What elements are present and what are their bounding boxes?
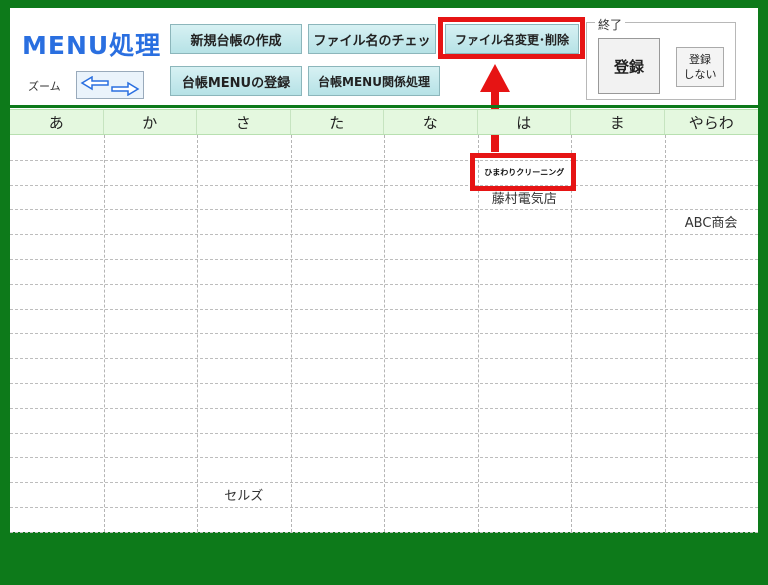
grid-row-line: [10, 209, 758, 211]
window-frame-top: [0, 0, 768, 8]
column-header[interactable]: た: [291, 110, 384, 134]
grid-row-line: [10, 407, 758, 409]
highlight-box-entry: [470, 153, 576, 191]
ledger-grid[interactable]: ひまわりクリーニング 藤村電気店 ABC商会 セルズ: [10, 135, 758, 533]
grid-row-line: [10, 234, 758, 236]
register-menu-button[interactable]: 台帳MENUの登録: [170, 66, 302, 96]
zoom-button[interactable]: [76, 71, 144, 99]
column-header[interactable]: は: [478, 110, 571, 134]
exit-legend: 終了: [595, 16, 626, 33]
window-frame-bottom: [0, 532, 768, 585]
double-arrow-icon: [80, 76, 140, 96]
highlight-box-rename: [438, 17, 585, 59]
grid-row-line: [10, 383, 758, 384]
column-header[interactable]: やらわ: [665, 110, 759, 134]
grid-row-line: [10, 457, 758, 459]
grid-row-line: [10, 482, 758, 484]
file-name-check-button[interactable]: ファイル名のチェッ: [308, 24, 436, 54]
new-ledger-button[interactable]: 新規台帳の作成: [170, 24, 302, 54]
grid-row-line: [10, 507, 758, 508]
header-divider: [10, 105, 758, 108]
column-header[interactable]: な: [384, 110, 478, 134]
ledger-entry[interactable]: ABC商会: [685, 212, 738, 231]
grid-row-line: [10, 184, 758, 186]
column-header[interactable]: か: [104, 110, 197, 134]
column-header[interactable]: ま: [571, 110, 665, 134]
window-frame-left: [0, 0, 10, 585]
column-header[interactable]: さ: [197, 110, 291, 134]
grid-row-line: [10, 358, 758, 360]
grid-row-line: [10, 432, 758, 434]
grid-row-line: [10, 283, 758, 285]
no-save-button[interactable]: 登録 しない: [676, 47, 724, 87]
menu-related-button[interactable]: 台帳MENU関係処理: [308, 66, 440, 96]
grid-row-line: [10, 159, 758, 161]
page-title: MENU処理: [22, 31, 162, 60]
grid-row-line: [10, 531, 758, 533]
ledger-entry[interactable]: セルズ: [224, 485, 263, 504]
save-button[interactable]: 登録: [598, 38, 660, 94]
grid-row-line: [10, 259, 758, 260]
window-frame-right: [758, 0, 768, 585]
column-header[interactable]: あ: [10, 110, 104, 134]
kana-column-headers: あ か さ た な は ま やらわ: [10, 109, 758, 135]
grid-row-line: [10, 333, 758, 335]
zoom-label: ズーム: [28, 80, 61, 93]
grid-row-line: [10, 308, 758, 310]
